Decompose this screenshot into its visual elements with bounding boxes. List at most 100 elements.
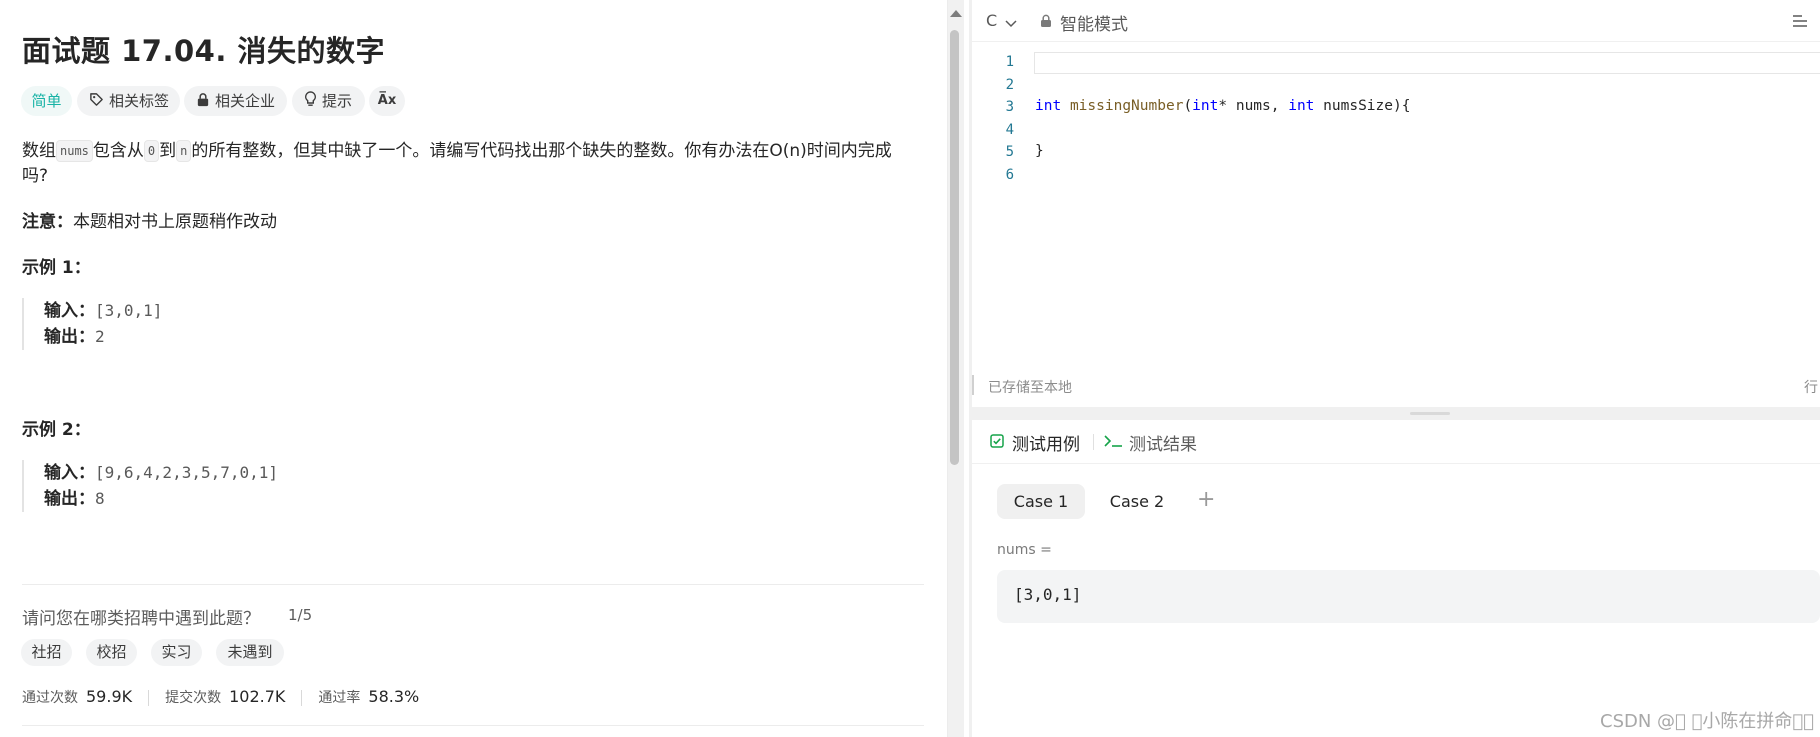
testcase-panel: 测试用例 测试结果 Case 1 Case 2 + nums = [3,0,1]: [972, 420, 1820, 737]
line-number: 2: [1005, 77, 1014, 93]
input-label: 输入：: [44, 463, 95, 483]
scrollbar-thumb[interactable]: [950, 30, 959, 465]
current-line-highlight[interactable]: [1034, 52, 1820, 74]
note: 注意：本题相对书上原题稍作改动: [22, 209, 277, 235]
hint-label: 提示: [322, 92, 353, 110]
hint-button[interactable]: 提示: [292, 86, 365, 116]
code-text: * nums,: [1218, 98, 1289, 114]
terminal-icon: [1104, 433, 1124, 452]
description-line-1: 数组 nums 包含从 0 到 n 的所有整数，但其中缺了一个。请编写代码找出那个缺失的整数…: [22, 138, 892, 164]
survey-option-social[interactable]: 社招: [21, 639, 72, 666]
desc-text: 到: [159, 141, 177, 161]
example-2-input: 输入：[9,6,4,2,3,5,7,0,1]: [44, 460, 278, 486]
output-label: 输出：: [44, 327, 95, 347]
watermark: CSDN @   小陈在拼命  : [1600, 711, 1814, 732]
checkbox-checked-icon: [990, 433, 1004, 452]
inline-code-nums: nums: [56, 140, 93, 162]
save-status: 已存储至本地: [988, 380, 1072, 396]
input-label: 输入：: [44, 301, 95, 321]
survey-option-campus[interactable]: 校招: [86, 639, 137, 666]
code-text: numsSize){: [1314, 98, 1411, 114]
param-label: nums =: [997, 542, 1052, 558]
function-name: missingNumber: [1069, 98, 1184, 114]
survey-option-none[interactable]: 未遇到: [216, 639, 284, 666]
input-value: [9,6,4,2,3,5,7,0,1]: [95, 463, 279, 482]
divider: [148, 690, 150, 706]
line-number: 4: [1005, 122, 1014, 138]
resize-handle[interactable]: [1410, 412, 1450, 415]
line-number: 6: [1005, 167, 1014, 183]
line-number: 1: [1005, 54, 1014, 70]
stats-bar: 通过次数 59.9K 提交次数 102.7K 通过率 58.3%: [22, 687, 419, 707]
lock-icon: [196, 87, 210, 117]
problem-panel: 面试题 17.04. 消失的数字 简单 相关标签 相关企业 提示 A̅x 数组 n…: [0, 0, 948, 737]
desc-text: 包含从: [92, 141, 144, 161]
accepted-label: 通过次数: [22, 690, 78, 706]
input-value: [3,0,1]: [95, 301, 163, 320]
example-1-block: 输入：[3,0,1] 输出：2: [22, 298, 162, 350]
accepted-value: 59.9K: [86, 687, 133, 706]
note-text: 本题相对书上原题稍作改动: [73, 212, 277, 232]
example-2-heading: 示例 2：: [22, 420, 91, 440]
code-line-close[interactable]: }: [1035, 143, 1044, 159]
param-value: [3,0,1]: [1014, 585, 1082, 604]
code-editor-panel: C 智能模式 1 2 3 4 5 6 int missingNumber(int…: [972, 0, 1820, 407]
line-number: 3: [1005, 99, 1014, 115]
related-company-button[interactable]: 相关企业: [184, 86, 287, 116]
language-selector[interactable]: C: [986, 11, 997, 30]
submissions-label: 提交次数: [165, 690, 222, 706]
code-text: (: [1183, 98, 1193, 114]
code-line-signature[interactable]: int missingNumber(int* nums, int numsSiz…: [1035, 98, 1410, 114]
description-line-2: 吗?: [22, 166, 49, 186]
translate-font-button[interactable]: A̅x: [369, 86, 405, 116]
desc-text: 数组: [22, 141, 56, 161]
scroll-up-arrow-icon[interactable]: [950, 10, 962, 17]
rate-value: 58.3%: [368, 687, 420, 706]
related-tags-button[interactable]: 相关标签: [77, 86, 180, 116]
case-tab-1[interactable]: Case 1: [997, 484, 1085, 519]
keyword: int: [1288, 98, 1315, 114]
inline-code-zero: 0: [143, 140, 160, 162]
keyword: int: [1192, 98, 1219, 114]
editor-edge: [972, 375, 974, 395]
example-2-block: 输入：[9,6,4,2,3,5,7,0,1] 输出：8: [22, 460, 278, 512]
related-tags-label: 相关标签: [109, 92, 170, 110]
translate-icon: A̅x: [377, 93, 397, 108]
output-value: 8: [95, 489, 105, 508]
output-value: 2: [95, 327, 105, 346]
example-2-output: 输出：8: [44, 486, 278, 512]
note-label: 注意：: [22, 212, 73, 232]
divider: [22, 725, 924, 726]
divider: [1093, 434, 1094, 450]
cursor-position: 行: [1804, 380, 1818, 396]
survey-option-intern[interactable]: 实习: [151, 639, 202, 666]
difficulty-badge[interactable]: 简单: [21, 86, 72, 116]
submissions-value: 102.7K: [229, 687, 286, 706]
lock-icon: [1040, 13, 1052, 32]
related-company-label: 相关企业: [215, 92, 276, 110]
example-1-heading: 示例 1：: [22, 258, 91, 278]
lightbulb-icon: [304, 87, 317, 117]
output-label: 输出：: [44, 489, 95, 509]
editor-toolbar: C 智能模式: [972, 0, 1820, 42]
add-case-icon[interactable]: +: [1197, 489, 1215, 511]
smart-mode-toggle[interactable]: 智能模式: [1060, 10, 1128, 35]
line-number: 5: [1005, 144, 1014, 160]
format-menu-icon[interactable]: [1792, 13, 1808, 32]
desc-text: 的所有整数，但其中缺了一个。请编写代码找出那个缺失的整数。你有办法在O(n)时间…: [191, 141, 892, 161]
testcase-tabs: 测试用例 测试结果: [972, 420, 1820, 464]
problem-title: 面试题 17.04. 消失的数字: [22, 34, 385, 68]
chevron-down-icon[interactable]: [1005, 14, 1017, 33]
keyword: int: [1035, 98, 1062, 114]
tab-testcases[interactable]: 测试用例: [1012, 430, 1080, 455]
case-tab-2[interactable]: Case 2: [1092, 484, 1182, 519]
divider: [301, 690, 303, 706]
tab-test-result[interactable]: 测试结果: [1129, 430, 1197, 455]
param-input[interactable]: [3,0,1]: [997, 570, 1820, 623]
tag-icon: [89, 87, 104, 117]
rate-label: 通过率: [318, 690, 361, 706]
survey-progress: 1/5: [288, 606, 313, 624]
inline-code-n: n: [176, 140, 192, 162]
example-1-input: 输入：[3,0,1]: [44, 298, 162, 324]
example-1-output: 输出：2: [44, 324, 162, 350]
